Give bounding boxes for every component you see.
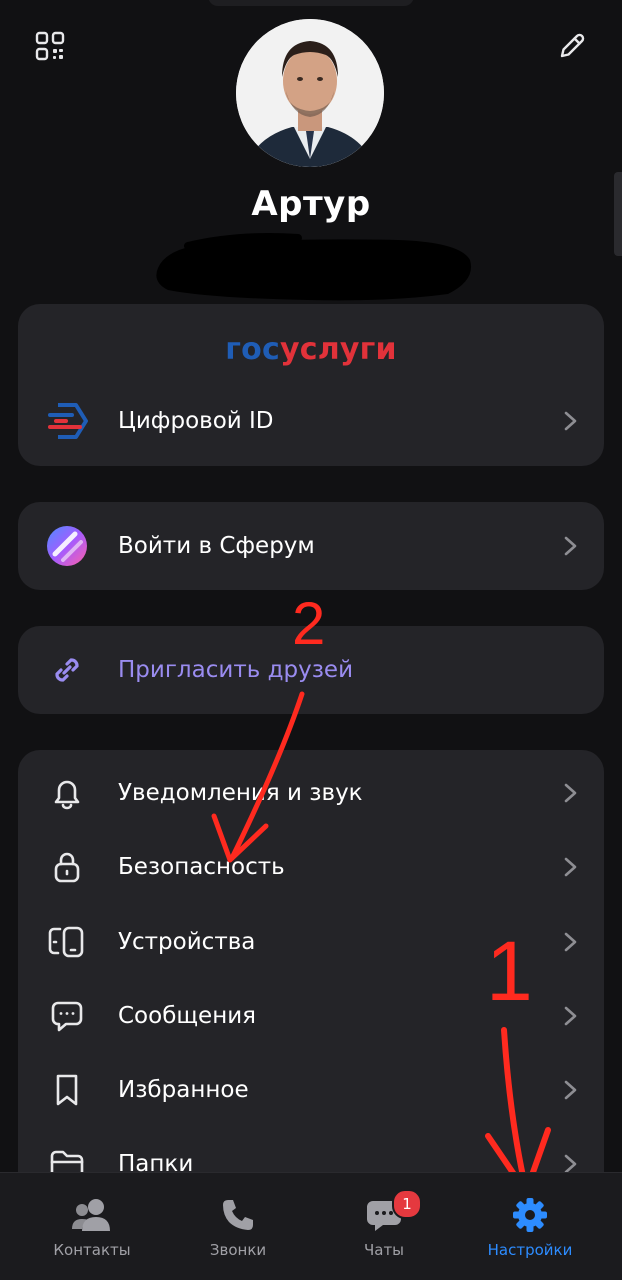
invite-friends-card: Пригласить друзей (18, 626, 604, 714)
avatar[interactable] (236, 19, 384, 167)
digital-id-icon (44, 398, 90, 444)
gosuslugi-logo-part1: гос (225, 332, 280, 367)
settings-screen: Артур госуслуги Цифровой ID Войти в Сфер… (0, 0, 622, 1280)
settings-item-messages[interactable]: Сообщения (18, 979, 604, 1053)
chevron-right-icon (564, 411, 577, 431)
settings-item-security[interactable]: Безопасность (18, 830, 604, 904)
digital-id-label: Цифровой ID (118, 408, 274, 434)
status-notch (208, 0, 414, 6)
digital-id-row[interactable]: Цифровой ID (18, 384, 604, 458)
contacts-icon (70, 1195, 114, 1235)
settings-item-label: Уведомления и звук (118, 780, 363, 806)
tab-chats[interactable]: 1 Чаты (314, 1173, 454, 1280)
invite-friends-label: Пригласить друзей (118, 657, 354, 683)
sferum-card: Войти в Сферум (18, 502, 604, 590)
tab-contacts[interactable]: Контакты (22, 1173, 162, 1280)
message-icon (44, 993, 90, 1039)
tab-label: Настройки (487, 1241, 573, 1259)
sferum-row[interactable]: Войти в Сферум (18, 509, 604, 583)
sferum-icon (44, 523, 90, 569)
gear-icon (508, 1195, 552, 1235)
tab-label: Контакты (53, 1241, 131, 1259)
chevron-right-icon (564, 536, 577, 556)
gosuslugi-card: госуслуги Цифровой ID (18, 304, 604, 466)
profile-name: Артур (251, 184, 371, 224)
settings-item-devices[interactable]: Устройства (18, 905, 604, 979)
settings-item-label: Избранное (118, 1077, 249, 1103)
gosuslugi-logo: госуслуги (18, 332, 604, 367)
settings-item-notifications[interactable]: Уведомления и звук (18, 756, 604, 830)
phone-icon (216, 1195, 260, 1235)
lock-icon (44, 844, 90, 890)
gosuslugi-logo-part2: услуги (279, 332, 397, 367)
chevron-right-icon (564, 857, 577, 877)
chevron-right-icon (564, 932, 577, 952)
tab-settings[interactable]: Настройки (460, 1173, 600, 1280)
redacted-phone-scribble (156, 233, 472, 301)
pencil-icon (560, 33, 585, 58)
tab-calls[interactable]: Звонки (168, 1173, 308, 1280)
settings-list-card: Уведомления и звук Безопасность Устройст… (18, 750, 604, 1230)
chevron-right-icon (564, 1006, 577, 1026)
bell-icon (44, 770, 90, 816)
unread-badge: 1 (392, 1189, 422, 1219)
qr-code-icon (35, 31, 65, 61)
bookmark-icon (44, 1067, 90, 1113)
sferum-label: Войти в Сферум (118, 533, 315, 559)
tab-label: Звонки (209, 1241, 267, 1259)
link-icon (44, 647, 90, 693)
tab-label: Чаты (363, 1241, 405, 1259)
settings-item-label: Безопасность (118, 854, 285, 880)
settings-item-label: Сообщения (118, 1003, 257, 1029)
settings-item-label: Устройства (118, 929, 256, 955)
invite-friends-row[interactable]: Пригласить друзей (18, 633, 604, 707)
chevron-right-icon (564, 783, 577, 803)
bottom-tab-bar: Контакты Звонки 1 Чаты Настройки (0, 1172, 622, 1280)
edit-profile-button[interactable] (550, 24, 594, 68)
settings-item-favorites[interactable]: Избранное (18, 1053, 604, 1127)
devices-icon (44, 919, 90, 965)
chevron-right-icon (564, 1080, 577, 1100)
avatar-photo (236, 19, 384, 167)
qr-code-button[interactable] (28, 24, 72, 68)
